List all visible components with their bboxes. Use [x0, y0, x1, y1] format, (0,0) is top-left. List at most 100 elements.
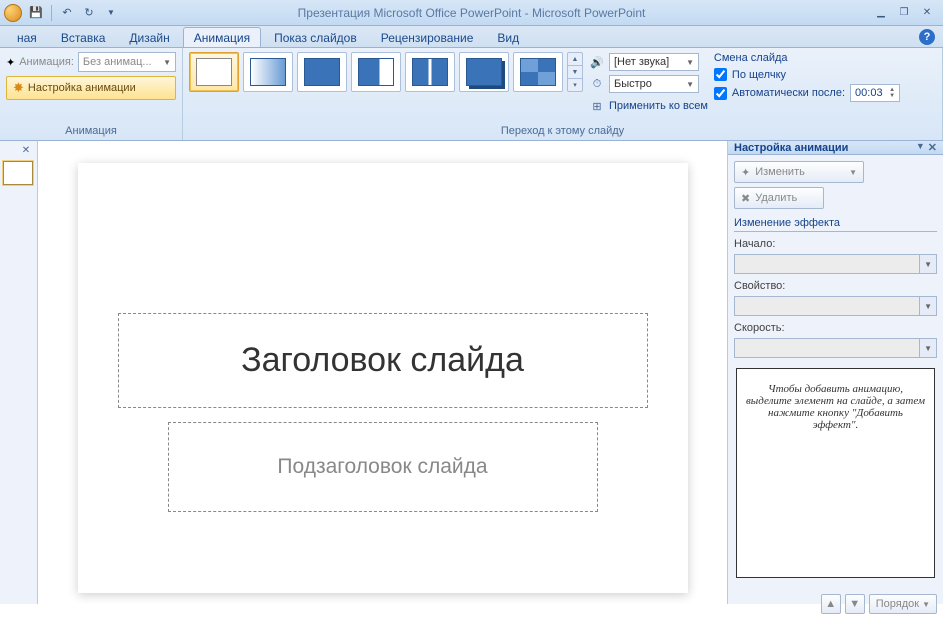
apply-to-all-button[interactable]: ⊞ Применить ко всем	[589, 96, 708, 116]
tab-review[interactable]: Рецензирование	[370, 27, 485, 47]
window-controls: ▁ ❐ ✕	[871, 6, 943, 20]
order-button[interactable]: Порядок ▼	[869, 594, 937, 614]
animation-group: ✦ Анимация: Без анимац... ▼ ✸ Настройка …	[0, 48, 183, 140]
tab-insert[interactable]: Вставка	[50, 27, 117, 47]
property-combo[interactable]: ▼	[734, 296, 937, 316]
advance-title: Смена слайда	[714, 52, 900, 64]
hint-box: Чтобы добавить анимацию, выделите элемен…	[736, 368, 935, 578]
remove-effect-button[interactable]: ✖ Удалить	[734, 187, 824, 209]
close-button[interactable]: ✕	[917, 6, 937, 20]
chevron-down-icon: ▼	[919, 339, 936, 357]
chevron-down-icon: ▼	[922, 600, 930, 609]
slide-thumbnail-1[interactable]	[3, 161, 33, 185]
help-icon[interactable]: ?	[919, 29, 935, 45]
transition-random[interactable]	[513, 52, 563, 92]
thumbnail-pane: ✕	[0, 141, 38, 604]
transition-none[interactable]	[189, 52, 239, 92]
advance-slide-column: Смена слайда По щелчку Автоматически пос…	[714, 52, 900, 102]
spinner-icons[interactable]: ▲▼	[889, 87, 895, 99]
redo-icon[interactable]: ↻	[79, 3, 99, 23]
speed-icon: ⏱	[589, 76, 605, 92]
animation-task-pane: Настройка анимации ▼ ✕ ✦ Изменить ▼ ✖ Уд…	[727, 141, 943, 604]
task-pane-title: Настройка анимации	[734, 142, 848, 154]
effect-section-label: Изменение эффекта	[734, 215, 937, 232]
task-pane-body: ✦ Изменить ▼ ✖ Удалить Изменение эффекта…	[728, 155, 943, 590]
office-button[interactable]	[4, 4, 22, 22]
gallery-more-button[interactable]: ▲▼▾	[567, 52, 583, 92]
animation-combo-value: Без анимац...	[83, 56, 152, 68]
save-icon[interactable]: 💾	[26, 3, 46, 23]
star-icon: ✸	[13, 80, 24, 96]
change-effect-button[interactable]: ✦ Изменить ▼	[734, 161, 864, 183]
restore-button[interactable]: ❐	[894, 6, 914, 20]
title-text: Заголовок слайда	[241, 341, 524, 380]
on-click-checkbox[interactable]	[714, 68, 727, 81]
animation-combo[interactable]: Без анимац... ▼	[78, 52, 176, 72]
move-up-button[interactable]: ▲	[821, 594, 841, 614]
auto-after-checkbox-row[interactable]: Автоматически после: 00:03 ▲▼	[714, 84, 900, 102]
speed-label: Скорость:	[734, 322, 937, 334]
sound-value: [Нет звука]	[614, 56, 669, 68]
subtitle-text: Подзаголовок слайда	[277, 455, 487, 479]
title-placeholder[interactable]: Заголовок слайда	[118, 313, 648, 408]
on-click-label: По щелчку	[732, 69, 786, 81]
animation-row: ✦ Анимация: Без анимац... ▼	[6, 52, 176, 72]
animation-group-label: Анимация	[6, 123, 176, 140]
apply-all-label: Применить ко всем	[609, 100, 708, 112]
task-pane-dropdown-icon[interactable]: ▼	[916, 141, 925, 154]
separator	[51, 5, 52, 21]
on-click-checkbox-row[interactable]: По щелчку	[714, 68, 900, 81]
window-title: Презентация Microsoft Office PowerPoint …	[0, 6, 943, 20]
sound-icon: 🔊	[589, 54, 605, 70]
transition-group: ▲▼▾ 🔊 [Нет звука] ▼ ⏱ Быстро ▼	[183, 48, 943, 140]
title-bar: 💾 ↶ ↻ ▼ Презентация Microsoft Office Pow…	[0, 0, 943, 26]
animation-settings-label: Настройка анимации	[28, 82, 136, 94]
start-label: Начало:	[734, 238, 937, 250]
transition-fade[interactable]	[243, 52, 293, 92]
task-pane-header: Настройка анимации ▼ ✕	[728, 141, 943, 155]
remove-btn-label: Удалить	[755, 192, 797, 204]
move-down-button[interactable]: ▼	[845, 594, 865, 614]
chevron-down-icon: ▼	[919, 255, 936, 273]
qat-dropdown-icon[interactable]: ▼	[101, 3, 121, 23]
speed-value: Быстро	[614, 78, 652, 90]
star-icon: ✦	[741, 166, 750, 179]
chevron-down-icon: ▼	[163, 58, 171, 67]
auto-after-label: Автоматически после:	[732, 87, 845, 99]
thumbnail-pane-close-icon[interactable]: ✕	[19, 143, 33, 157]
auto-after-checkbox[interactable]	[714, 87, 727, 100]
remove-icon: ✖	[741, 192, 750, 205]
speed-combo[interactable]: ▼	[734, 338, 937, 358]
undo-icon[interactable]: ↶	[57, 3, 77, 23]
workspace: ✕ Заголовок слайда Подзаголовок слайда Н…	[0, 141, 943, 604]
transition-speed-combo[interactable]: Быстро ▼	[609, 75, 699, 93]
tab-home[interactable]: ная	[6, 27, 48, 47]
slide-canvas-area[interactable]: Заголовок слайда Подзаголовок слайда	[38, 141, 727, 604]
slide[interactable]: Заголовок слайда Подзаголовок слайда	[78, 163, 688, 593]
tab-view[interactable]: Вид	[486, 27, 530, 47]
transition-box[interactable]	[297, 52, 347, 92]
task-pane-close-icon[interactable]: ✕	[928, 141, 937, 154]
chevron-down-icon: ▼	[849, 168, 857, 177]
order-label: Порядок	[876, 598, 919, 610]
change-btn-label: Изменить	[755, 166, 805, 178]
start-combo[interactable]: ▼	[734, 254, 937, 274]
transition-split[interactable]	[405, 52, 455, 92]
quick-access-toolbar: 💾 ↶ ↻ ▼	[26, 3, 121, 23]
transition-sound-combo[interactable]: [Нет звука] ▼	[609, 53, 699, 71]
transition-group-label: Переход к этому слайду	[189, 123, 936, 140]
auto-after-time-input[interactable]: 00:03 ▲▼	[850, 84, 900, 102]
transition-cut[interactable]	[459, 52, 509, 92]
tab-slideshow[interactable]: Показ слайдов	[263, 27, 368, 47]
animation-settings-button[interactable]: ✸ Настройка анимации	[6, 76, 176, 100]
ribbon-tabs: ная Вставка Дизайн Анимация Показ слайдо…	[0, 26, 943, 48]
tab-design[interactable]: Дизайн	[118, 27, 180, 47]
transition-wipe[interactable]	[351, 52, 401, 92]
tab-animation[interactable]: Анимация	[183, 27, 261, 47]
minimize-button[interactable]: ▁	[871, 6, 891, 20]
ribbon: ✦ Анимация: Без анимац... ▼ ✸ Настройка …	[0, 48, 943, 141]
chevron-down-icon: ▼	[686, 58, 694, 67]
animation-icon: ✦	[6, 56, 15, 69]
auto-after-time-value: 00:03	[855, 87, 883, 99]
subtitle-placeholder[interactable]: Подзаголовок слайда	[168, 422, 598, 512]
